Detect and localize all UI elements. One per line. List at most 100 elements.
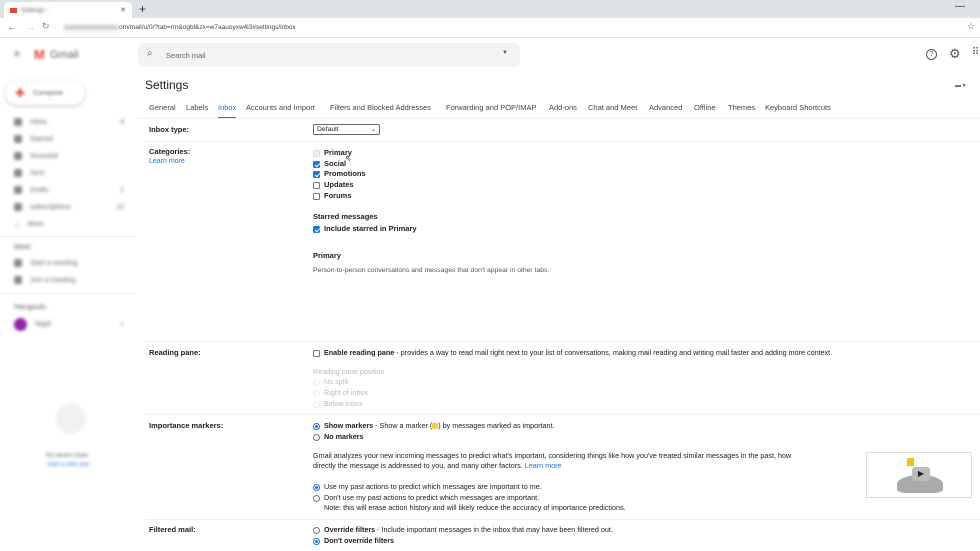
show-markers-option[interactable]: Show markers - Show a marker () by messa… xyxy=(313,421,555,430)
browser-tab[interactable]: Settings - ✕ xyxy=(4,2,132,18)
minimize-icon[interactable]: — xyxy=(955,1,965,12)
meet-heading: Meet xyxy=(14,242,31,251)
category-updates[interactable]: Updates xyxy=(313,180,354,189)
tab-chat-and-meet[interactable]: Chat and Meet xyxy=(588,103,637,112)
browser-tab-bar: Settings - ✕ + — xyxy=(0,0,980,18)
importance-learn-more-link[interactable]: Learn more xyxy=(525,461,562,470)
search-icon[interactable]: ⌕ xyxy=(147,48,153,59)
include-starred-option[interactable]: Include starred in Primary xyxy=(313,224,417,233)
sidebar-item-inbox[interactable]: Inbox 4 xyxy=(14,118,124,126)
close-tab-icon[interactable]: ✕ xyxy=(120,6,126,14)
sidebar-item-sent[interactable]: Sent xyxy=(14,169,44,177)
radio[interactable] xyxy=(313,422,320,430)
tab-filters-and-blocked-addresses[interactable]: Filters and Blocked Addresses xyxy=(330,103,431,112)
tab-forwarding-and-pop-imap[interactable]: Forwarding and POP/IMAP xyxy=(446,103,536,112)
checkbox[interactable] xyxy=(313,349,320,357)
video-icon xyxy=(14,259,22,267)
checkbox[interactable] xyxy=(313,192,320,200)
no-markers-option[interactable]: No markers xyxy=(313,432,364,441)
checkbox[interactable] xyxy=(313,170,320,178)
radio[interactable] xyxy=(313,378,320,386)
radio[interactable] xyxy=(313,483,320,491)
tab-advanced[interactable]: Advanced xyxy=(649,103,682,112)
tab-accounts-and-import[interactable]: Accounts and Import xyxy=(246,103,315,112)
gmail-logo: M Gmail xyxy=(34,47,79,62)
url-field[interactable]: om/mail/u/0/?tab=rm&ogbl&zx=w7aauoyxw4l3… xyxy=(64,24,296,31)
tab-offline[interactable]: Offline xyxy=(694,103,716,112)
settings-gear-icon[interactable]: ⚙ xyxy=(949,46,961,62)
radio[interactable] xyxy=(313,537,320,545)
mouse-cursor-icon: ⇖ xyxy=(345,154,352,163)
dont-use-past-actions-option[interactable]: Don't use my past actions to predict whi… xyxy=(313,493,539,502)
back-icon[interactable]: ← xyxy=(7,22,16,32)
radio[interactable] xyxy=(313,526,320,534)
bookmark-star-icon[interactable]: ☆ xyxy=(967,21,975,32)
main-menu-icon[interactable]: ≡ xyxy=(14,49,20,60)
row-divider xyxy=(145,519,980,520)
use-past-actions-option[interactable]: Use my past actions to predict which mes… xyxy=(313,482,542,491)
browser-tab-title: Settings - xyxy=(21,6,49,14)
dont-override-filters-option[interactable]: Don't override filters xyxy=(313,536,394,545)
sidebar-item-starred[interactable]: Starred xyxy=(14,135,53,143)
help-icon[interactable]: ? xyxy=(926,49,937,60)
search-options-icon[interactable]: ▼ xyxy=(502,50,508,56)
checkbox[interactable] xyxy=(313,181,320,189)
hangouts-placeholder-icon xyxy=(56,404,86,434)
forward-icon[interactable]: → xyxy=(26,22,35,32)
radio[interactable] xyxy=(313,389,320,397)
tab-labels[interactable]: Labels xyxy=(186,103,208,112)
checkbox[interactable] xyxy=(313,160,320,168)
row-divider xyxy=(145,414,980,415)
star-icon xyxy=(14,135,22,143)
draft-icon xyxy=(14,186,22,194)
position-right-of-inbox[interactable]: Right of inbox xyxy=(313,388,368,397)
category-forums[interactable]: Forums xyxy=(313,191,352,200)
tab-themes[interactable]: Themes xyxy=(728,103,755,112)
input-tools-icon[interactable]: ▬ ▾ xyxy=(955,82,966,89)
tab-add-ons[interactable]: Add-ons xyxy=(549,103,577,112)
reading-pane-label: Reading pane: xyxy=(149,348,201,357)
compose-button[interactable]: ✚ Compose xyxy=(5,81,85,105)
checkbox[interactable] xyxy=(313,225,320,233)
apps-grid-icon[interactable]: ⠿ xyxy=(972,47,979,58)
sidebar-item-snoozed[interactable]: Snoozed xyxy=(14,152,58,160)
send-icon xyxy=(14,169,22,177)
enable-reading-pane-option[interactable]: Enable reading pane - provides a way to … xyxy=(313,348,832,357)
add-icon[interactable]: + xyxy=(120,321,124,328)
url-text: om/mail/u/0/?tab=rm&ogbl&zx=w7aauoyxw4l3… xyxy=(119,24,296,31)
categories-label: Categories: xyxy=(149,147,191,156)
position-below-inbox[interactable]: Below inbox xyxy=(313,399,363,408)
hangouts-user[interactable]: Nigel + xyxy=(14,318,124,331)
importance-video-thumbnail[interactable]: ▶ xyxy=(866,452,972,498)
sidebar-divider xyxy=(0,293,135,294)
radio[interactable] xyxy=(313,433,320,441)
checkbox[interactable] xyxy=(313,149,320,157)
inbox-type-label: Inbox type: xyxy=(149,125,190,134)
reading-pane-position-heading: Reading pane position xyxy=(313,367,385,376)
new-tab-button[interactable]: + xyxy=(139,2,146,16)
reload-icon[interactable]: ↻ xyxy=(42,21,50,32)
category-social[interactable]: Social xyxy=(313,159,346,168)
hangouts-heading: Hangouts xyxy=(14,302,47,311)
start-meeting-item[interactable]: Start a meeting xyxy=(14,259,77,267)
inbox-type-select[interactable]: Default ⌄ xyxy=(313,124,380,135)
category-desc-heading: Primary xyxy=(313,251,341,260)
search-input[interactable]: Search mail xyxy=(166,51,206,60)
tab-inbox[interactable]: Inbox xyxy=(218,103,237,119)
sidebar-item-more[interactable]: ⌄ More xyxy=(14,220,44,229)
category-promotions[interactable]: Promotions xyxy=(313,169,366,178)
sidebar-item-drafts[interactable]: Drafts 1 xyxy=(14,186,124,194)
join-meeting-item[interactable]: Join a meeting xyxy=(14,276,76,284)
override-filters-option[interactable]: Override filters - Include important mes… xyxy=(313,525,613,534)
search-box[interactable]: ⌕ Search mail ▼ xyxy=(138,43,520,67)
row-divider xyxy=(145,141,980,142)
position-no-split[interactable]: No split xyxy=(313,377,348,386)
radio[interactable] xyxy=(313,400,320,408)
start-new-link[interactable]: Start a new one xyxy=(47,462,89,468)
sidebar-item-label[interactable]: subscriptions 12 xyxy=(14,203,124,211)
radio[interactable] xyxy=(313,494,320,502)
tab-general[interactable]: General xyxy=(149,103,176,112)
tab-keyboard-shortcuts[interactable]: Keyboard Shortcuts xyxy=(765,103,831,112)
categories-learn-more-link[interactable]: Learn more xyxy=(149,158,185,165)
page-title: Settings xyxy=(145,78,189,92)
